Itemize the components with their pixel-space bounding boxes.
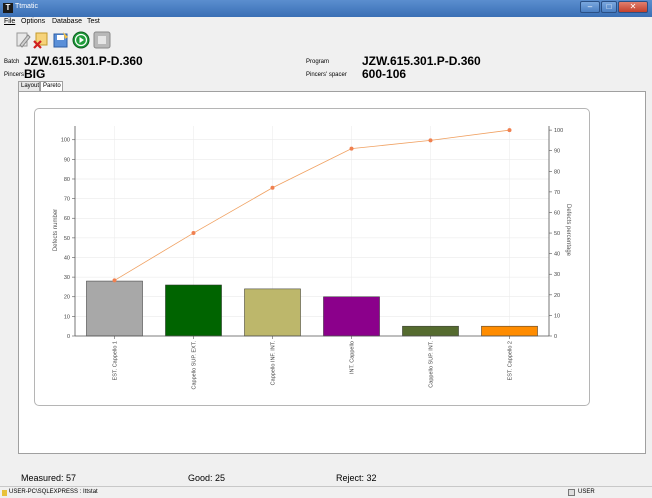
y-tick-label: 0 <box>67 334 70 340</box>
cumulative-point-0 <box>112 278 117 283</box>
y2-tick-label: 0 <box>554 334 557 340</box>
y-tick-label: 20 <box>64 295 70 301</box>
status-bar: USER-PC\SQLEXPRESS : Ittstat USER <box>0 486 652 498</box>
y-axis-label-left: Defects number <box>53 209 59 251</box>
good-count: Good: 25 <box>188 473 226 483</box>
x-tick-label: Cappello SUP. INT. <box>429 341 435 388</box>
y2-tick-label: 70 <box>554 190 560 196</box>
cumulative-line <box>114 129 510 281</box>
status-user: USER <box>578 489 595 495</box>
cumulative-point-5 <box>507 128 512 133</box>
bar-1 <box>165 284 222 337</box>
bar-4 <box>402 325 459 337</box>
cumulative-point-4 <box>428 138 433 143</box>
measured-count: Measured: 57 <box>21 473 77 483</box>
x-tick-label: Cappello SUP. EXT. <box>192 341 198 390</box>
y-tick-label: 70 <box>64 197 70 203</box>
y-axis-label-right: Defects percentage <box>565 204 571 257</box>
bar-0 <box>86 280 143 337</box>
bar-3 <box>323 296 380 337</box>
y-tick-label: 40 <box>64 255 70 261</box>
y2-tick-label: 20 <box>554 293 560 299</box>
y2-tick-label: 100 <box>554 128 563 134</box>
y2-tick-label: 90 <box>554 149 560 155</box>
y-tick-label: 100 <box>61 138 70 144</box>
y2-tick-label: 30 <box>554 272 560 278</box>
y-tick-label: 50 <box>64 236 70 242</box>
status-connection: USER-PC\SQLEXPRESS : Ittstat <box>9 489 98 495</box>
y2-tick-label: 40 <box>554 252 560 258</box>
y-tick-label: 80 <box>64 177 70 183</box>
x-tick-label: INT. Cappello <box>350 341 356 374</box>
database-icon <box>2 490 7 496</box>
y-tick-label: 90 <box>64 157 70 163</box>
x-tick-label: Cappello INF. INT. <box>271 341 277 386</box>
y-tick-label: 10 <box>64 314 70 320</box>
bar-2 <box>244 288 301 337</box>
y2-tick-label: 50 <box>554 231 560 237</box>
bar-5 <box>481 325 538 337</box>
y-tick-label: 60 <box>64 216 70 222</box>
cumulative-point-3 <box>349 146 354 151</box>
y-tick-label: 30 <box>64 275 70 281</box>
y2-tick-label: 10 <box>554 313 560 319</box>
cumulative-point-2 <box>270 185 275 190</box>
x-tick-label: EST. Cappello 1 <box>113 341 119 380</box>
user-icon <box>568 489 575 496</box>
y2-tick-label: 80 <box>554 169 560 175</box>
x-tick-label: EST. Cappello 2 <box>508 341 514 380</box>
y2-tick-label: 60 <box>554 210 560 216</box>
pareto-chart: 0 10 20 30 40 50 60 70 80 90 100 0 10 20 30 40 50 60 70 80 9… <box>53 126 571 390</box>
reject-count: Reject: 32 <box>336 473 377 483</box>
cumulative-point-1 <box>191 231 196 236</box>
